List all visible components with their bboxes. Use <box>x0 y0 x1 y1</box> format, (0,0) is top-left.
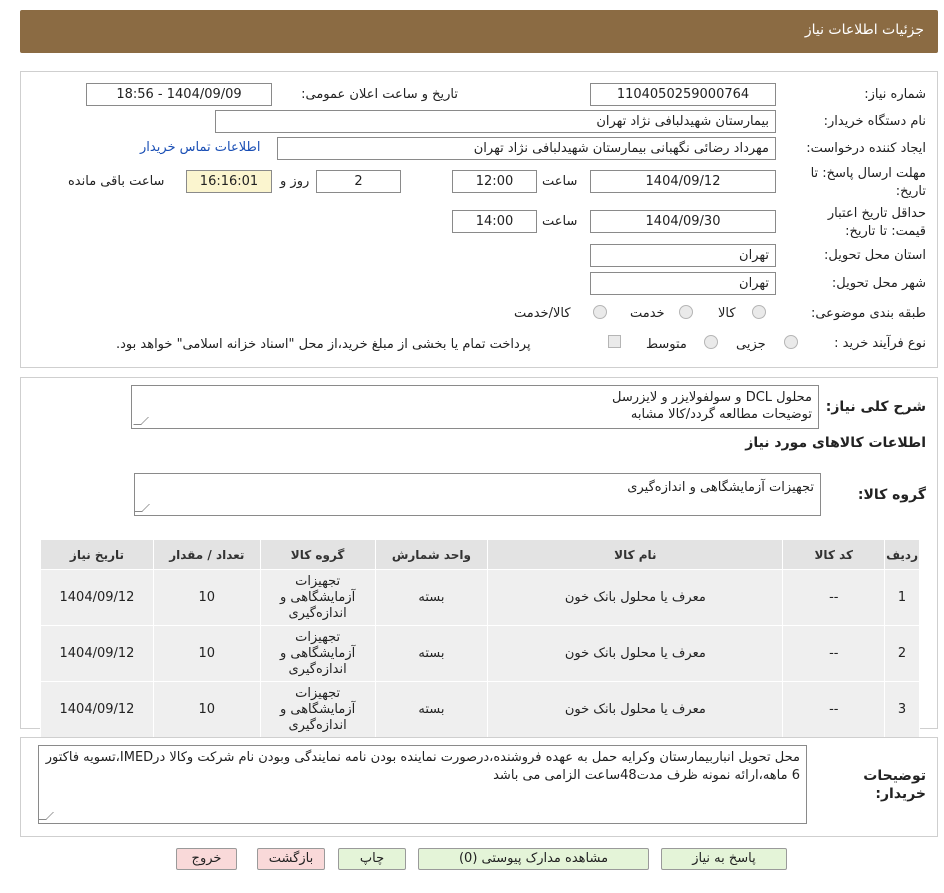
process-label: نوع فرآیند خرید : <box>834 336 926 351</box>
cell-qty: 10 <box>152 681 261 738</box>
items-section-title: اطلاعات کالاهای مورد نیاز <box>745 435 926 451</box>
buyer-notes-textarea[interactable]: محل تحویل انباربیمارستان وکرایه حمل به ع… <box>38 745 807 824</box>
category-radio-service[interactable] <box>679 305 693 319</box>
process-option-medium: متوسط <box>646 337 687 352</box>
cell-qty: 10 <box>152 625 261 682</box>
cell-name: معرف یا محلول بانک خون <box>487 569 784 626</box>
buyer-notes-label-line1: توضیحات <box>863 768 926 784</box>
cell-name: معرف یا محلول بانک خون <box>487 625 784 682</box>
validity-label-line1: حداقل تاریخ اعتبار <box>827 206 926 221</box>
cell-unit: بسته <box>374 569 489 626</box>
cell-qty: 10 <box>152 569 261 626</box>
buyer-org-label: نام دستگاه خریدار: <box>823 114 926 129</box>
cell-code: -- <box>782 625 886 682</box>
remaining-label: ساعت باقی مانده <box>68 174 165 189</box>
payment-note: پرداخت تمام یا بخشی از مبلغ خرید،از محل … <box>116 337 531 352</box>
treasury-payment-checkbox[interactable] <box>608 335 621 348</box>
days-label: روز و <box>280 174 310 189</box>
col-header-qty: تعداد / مقدار <box>152 539 261 570</box>
description-line-1: محلول DCL و سولفولایزر و لایزرسل <box>612 390 812 405</box>
table-row: 3 -- معرف یا محلول بانک خون بسته تجهیزات… <box>40 681 920 738</box>
buyer-notes-label-line2: خریدار: <box>875 786 926 802</box>
cell-group: تجهیزات آزمایشگاهی و اندازه‌گیری <box>259 681 376 738</box>
province-field: تهران <box>590 244 776 267</box>
deadline-label-line2: تاریخ: <box>895 184 926 199</box>
requester-label: ایجاد کننده درخواست: <box>806 141 926 156</box>
category-option-service: خدمت <box>630 306 665 321</box>
category-radio-goods[interactable] <box>752 305 766 319</box>
col-header-name: نام کالا <box>487 539 784 570</box>
announce-field: 1404/09/09 - 18:56 <box>86 83 272 106</box>
validity-date-field: 1404/09/30 <box>590 210 776 233</box>
category-option-both: کالا/خدمت <box>514 306 571 321</box>
col-header-date: تاریخ نیاز <box>40 539 154 570</box>
buyer-org-field: بیمارستان شهیدلبافی نژاد تهران <box>215 110 776 133</box>
announce-label: تاریخ و ساعت اعلان عمومی: <box>301 87 458 102</box>
col-header-row: ردیف <box>884 539 920 570</box>
description-textarea[interactable]: محلول DCL و سولفولایزر و لایزرسل توضیحات… <box>131 385 819 429</box>
description-line-2: توضیحات مطالعه گردد/کالا مشابه <box>630 407 812 422</box>
cell-row: 3 <box>884 681 920 738</box>
deadline-time-field: 12:00 <box>452 170 537 193</box>
page-header: جزئیات اطلاعات نیاز <box>20 10 938 53</box>
cell-row: 1 <box>884 569 920 626</box>
process-radio-medium[interactable] <box>704 335 718 349</box>
cell-row: 2 <box>884 625 920 682</box>
requester-field: مهرداد رضائی نگهبانی بیمارستان شهیدلبافی… <box>277 137 776 160</box>
table-row: 1 -- معرف یا محلول بانک خون بسته تجهیزات… <box>40 569 920 626</box>
cell-code: -- <box>782 681 886 738</box>
deadline-label-line1: مهلت ارسال پاسخ: تا <box>810 166 926 181</box>
cell-group: تجهیزات آزمایشگاهی و اندازه‌گیری <box>259 625 376 682</box>
city-field: تهران <box>590 272 776 295</box>
page-title: جزئیات اطلاعات نیاز <box>804 22 924 38</box>
cell-unit: بسته <box>374 681 489 738</box>
cell-date: 1404/09/12 <box>40 569 154 626</box>
cell-name: معرف یا محلول بانک خون <box>487 681 784 738</box>
province-label: استان محل تحویل: <box>824 248 926 263</box>
category-label: طبقه بندی موضوعی: <box>810 306 926 321</box>
cell-unit: بسته <box>374 625 489 682</box>
items-table: ردیف کد کالا نام کالا واحد شمارش گروه کا… <box>40 539 920 738</box>
exit-button[interactable]: خروج <box>176 848 237 870</box>
validity-label-line2: قیمت: تا تاریخ: <box>845 224 926 239</box>
table-header-row: ردیف کد کالا نام کالا واحد شمارش گروه کا… <box>40 539 920 570</box>
table-row: 2 -- معرف یا محلول بانک خون بسته تجهیزات… <box>40 625 920 682</box>
print-button[interactable]: چاپ <box>338 848 406 870</box>
need-number-label: شماره نیاز: <box>864 87 926 102</box>
goods-group-textarea[interactable]: تجهیزات آزمایشگاهی و اندازه‌گیری <box>134 473 821 516</box>
days-field: 2 <box>316 170 401 193</box>
description-label: شرح کلی نیاز: <box>825 399 926 415</box>
cell-code: -- <box>782 569 886 626</box>
contact-buyer-link[interactable]: اطلاعات تماس خریدار <box>140 140 260 155</box>
view-attachments-button[interactable]: مشاهده مدارک پیوستی (0) <box>418 848 649 870</box>
col-header-unit: واحد شمارش <box>374 539 489 570</box>
reply-button[interactable]: پاسخ به نیاز <box>661 848 787 870</box>
process-radio-minor[interactable] <box>784 335 798 349</box>
category-radio-both[interactable] <box>593 305 607 319</box>
process-option-minor: جزیی <box>736 337 766 352</box>
cell-date: 1404/09/12 <box>40 681 154 738</box>
deadline-hour-label: ساعت <box>542 174 578 189</box>
city-label: شهر محل تحویل: <box>831 276 926 291</box>
need-number-field: 1104050259000764 <box>590 83 776 106</box>
goods-group-value: تجهیزات آزمایشگاهی و اندازه‌گیری <box>627 480 814 495</box>
cell-date: 1404/09/12 <box>40 625 154 682</box>
goods-group-label: گروه کالا: <box>857 487 926 503</box>
back-button[interactable]: بازگشت <box>257 848 325 870</box>
deadline-date-field: 1404/09/12 <box>590 170 776 193</box>
category-option-goods: کالا <box>718 306 736 321</box>
cell-group: تجهیزات آزمایشگاهی و اندازه‌گیری <box>259 569 376 626</box>
remaining-time-field: 16:16:01 <box>186 170 272 193</box>
col-header-group: گروه کالا <box>259 539 376 570</box>
col-header-code: کد کالا <box>782 539 886 570</box>
validity-hour-label: ساعت <box>542 214 578 229</box>
validity-time-field: 14:00 <box>452 210 537 233</box>
buyer-notes-text: محل تحویل انباربیمارستان وکرایه حمل به ع… <box>45 750 800 783</box>
